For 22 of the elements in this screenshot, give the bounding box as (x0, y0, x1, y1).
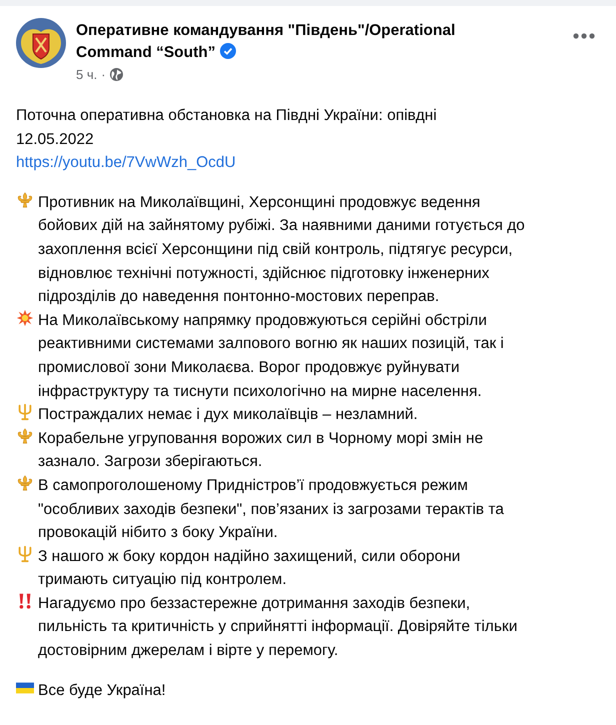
report-paragraph: Нагадуємо про беззастережне дотримання заходів безпеки, пильність та критичність у сприйнятті інформації. Довіряйте тільки достовірним джерелам і вірте у перемогу. (38, 594, 518, 662)
report-paragraph: Корабельне угруповання ворожих сил в Чорному морі змін не зазнало. Загрози зберігаються. (38, 428, 484, 472)
report-paragraph: Противник на Миколаївщині, Херсонщині продовжує ведення бойових дій на зайнятому рубіжі. За наявними даними готується до захоплення всієї Херсонщини під свій контроль, підтягує ресурси, відновлює технічні потужності, здійснює підготовку інженерних підрозділів до наведення понтонно-мостових переправ. (38, 192, 525, 308)
page-name[interactable]: Оперативне командування "Південь"/Operational Command “South” (76, 20, 562, 64)
closing-text: Все буде Україна! (38, 680, 166, 701)
globe-icon (110, 68, 123, 81)
trident-icon (16, 544, 34, 563)
report-paragraph: В самопроголошеному Придністров’ї продовжується режим "особливих заходів безпеки", пов’язаних із загрозами терактів та провокацій нібито з боку України. (38, 476, 504, 544)
report-paragraph: Постраждалих немає і дух миколаївців – незламний. (38, 405, 418, 426)
intro-text: Поточна оперативна обстановка на Півдні України: опівдні 12.05.2022 (16, 106, 438, 150)
report-paragraph: На Миколаївському напрямку продовжуються серійні обстріли реактивними системами залпового вогню як наших позицій, так і промислової зони Миколаєва. Ворог продовжує руйнувати інфраструктуру та тиснути психологічно на мирне населення. (38, 310, 504, 402)
burst-icon (16, 308, 34, 327)
separator-dot: · (101, 67, 106, 82)
more-options-icon[interactable] (572, 32, 596, 40)
report-paragraph: З нашого ж боку кордон надійно захищений, сили оборони тримають ситуацію під контролем. (38, 546, 460, 590)
fleur-de-lis-icon (16, 190, 34, 209)
post-time[interactable]: 5 ч. (76, 67, 98, 82)
video-link[interactable]: https://youtu.be/7VwWzh_OcdU (16, 151, 236, 175)
fleur-de-lis-icon (16, 474, 34, 492)
trident-icon (16, 403, 34, 422)
avatar-logo[interactable] (16, 18, 66, 68)
fleur-de-lis-icon (16, 426, 34, 445)
